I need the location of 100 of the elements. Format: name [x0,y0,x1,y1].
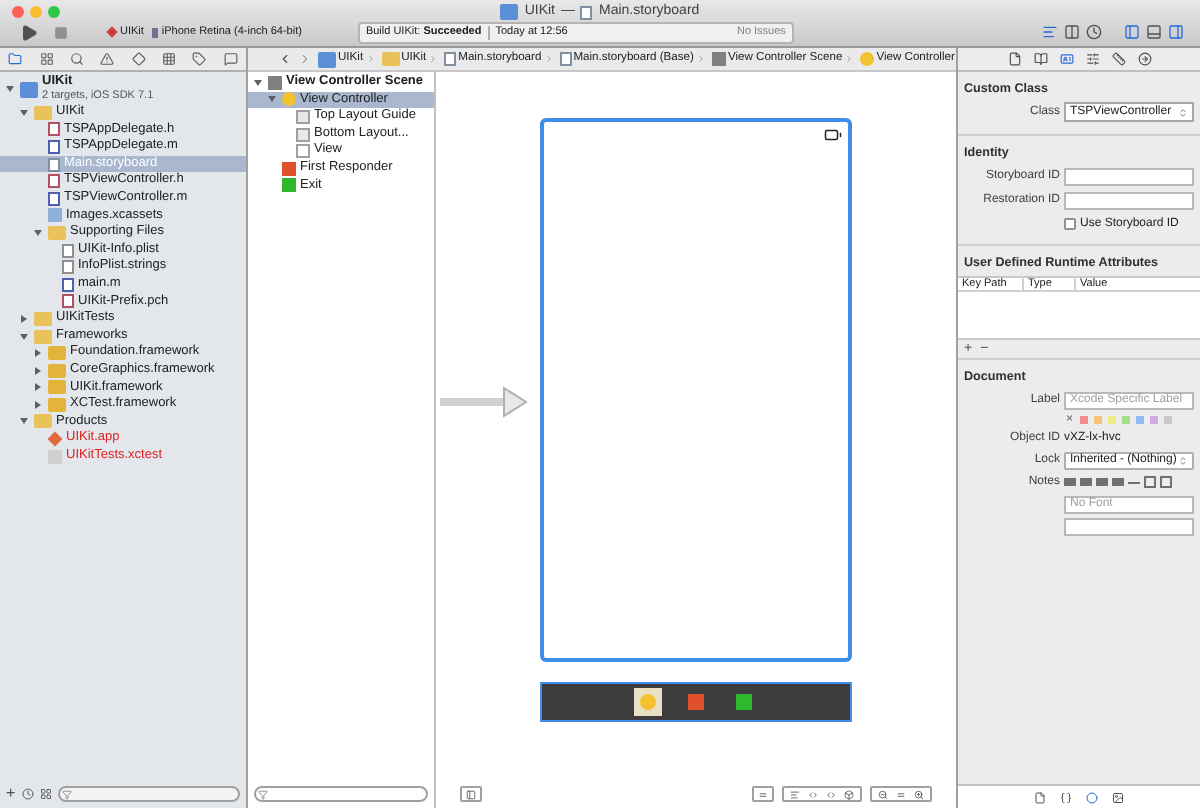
zoom-out-icon[interactable] [878,789,888,799]
book-icon[interactable] [1033,52,1047,66]
segue-arrow-icon [440,386,528,418]
exit-icon [736,694,752,710]
braces-icon[interactable] [1060,791,1072,803]
storyboard-id-field[interactable] [1064,167,1194,186]
disclosure-closed-icon[interactable] [21,314,27,323]
chevron-icon [695,54,706,64]
cube-icon [282,161,296,176]
disclosure-open-icon[interactable] [6,86,14,92]
filter-icon [258,789,268,799]
filter-field[interactable] [254,786,428,802]
grid-icon[interactable] [162,52,177,66]
view-controller-icon [640,694,656,710]
left-panel-icon[interactable] [1122,23,1140,42]
chevron-icon [543,54,554,64]
disclosure-closed-icon[interactable] [35,349,41,358]
bundle-icon [48,449,62,464]
disclosure-closed-icon[interactable] [35,383,41,392]
add-button[interactable]: + [6,782,16,806]
dock-item[interactable] [682,688,710,716]
box-icon[interactable] [844,789,854,799]
iphone-screen[interactable] [540,118,852,662]
folder-icon[interactable] [8,52,23,66]
lines-icon[interactable] [1040,23,1058,42]
chevron-icon [844,54,855,64]
disclosure-open-icon[interactable] [20,109,28,116]
disclosure-closed-icon[interactable] [35,366,41,375]
image-icon[interactable] [1112,791,1124,803]
restoration-id-field[interactable] [1064,191,1194,210]
diamond-icon[interactable] [131,52,146,66]
color-swatch[interactable] [1149,416,1158,425]
notes-field[interactable] [1064,517,1194,536]
project-icon [500,4,519,21]
dropdown-icon [1178,107,1188,118]
warning-icon[interactable] [100,52,115,66]
color-swatch[interactable] [1093,416,1102,425]
right-panel-icon[interactable] [1166,23,1184,42]
folder-icon [34,414,52,429]
color-swatch[interactable] [1135,416,1144,425]
close-button[interactable] [12,5,24,18]
id-card-icon[interactable] [1059,52,1073,66]
scene-icon [268,75,282,90]
resize-icon[interactable] [826,789,836,799]
dock-item[interactable] [730,688,758,716]
disclosure-open-icon[interactable] [268,96,276,103]
split-editor-icon[interactable] [1062,23,1080,42]
color-swatch[interactable] [1121,416,1130,425]
align-icon[interactable] [790,789,800,799]
arrow-circle-icon[interactable] [1137,52,1151,66]
folder-icon [381,52,400,66]
sliders-icon[interactable] [1085,52,1099,66]
app-icon [47,431,63,447]
source-file-icon [48,139,60,154]
disclosure-open-icon[interactable] [20,418,28,425]
equal-icon[interactable] [896,789,906,799]
grid-icon[interactable] [39,788,52,800]
filter-field[interactable] [57,786,240,802]
forward-icon[interactable] [298,52,312,66]
filter-icon [61,789,72,799]
circle-icon[interactable] [1086,791,1098,803]
scene-icon [711,52,726,66]
grid-icon[interactable] [39,52,54,66]
disclosure-closed-icon[interactable] [35,400,41,409]
color-swatch[interactable] [1163,416,1172,425]
header-file-icon [62,294,74,309]
disclosure-open-icon[interactable] [20,333,28,340]
view-icon [296,144,310,159]
color-swatch[interactable] [1107,416,1116,425]
folder-icon [34,105,52,120]
storyboard-file-icon [444,52,457,66]
cube-icon [688,694,704,710]
disclosure-open-icon[interactable] [34,229,42,236]
search-icon[interactable] [69,52,84,66]
speech-bubble-icon[interactable] [223,52,238,66]
clock-icon[interactable] [21,788,34,800]
source-file-icon [62,277,74,292]
header-file-icon [48,174,60,189]
view-controller-icon [282,92,296,107]
document-icon[interactable] [1007,52,1021,66]
folder-icon [48,225,66,240]
disclosure-open-icon[interactable] [254,79,262,86]
resize-icon[interactable] [808,789,818,799]
checkbox[interactable] [1064,218,1076,231]
history-icon[interactable] [1084,23,1102,42]
ruler-icon[interactable] [1111,52,1125,66]
header-file-icon [48,122,60,137]
pin-icon[interactable] [752,786,774,802]
document-icon[interactable] [1034,791,1046,803]
tag-icon[interactable] [192,52,207,66]
panel-toggle-icon[interactable] [460,786,482,802]
project-icon [318,51,336,67]
zoom-in-icon[interactable] [914,789,924,799]
bottom-panel-icon[interactable] [1144,23,1162,42]
source-file-icon [48,191,60,206]
back-icon[interactable] [278,52,292,66]
storyboard-file-icon [580,5,593,20]
dropdown-icon [1178,455,1188,466]
color-swatch[interactable] [1079,416,1088,425]
view-controller-icon [860,52,875,66]
